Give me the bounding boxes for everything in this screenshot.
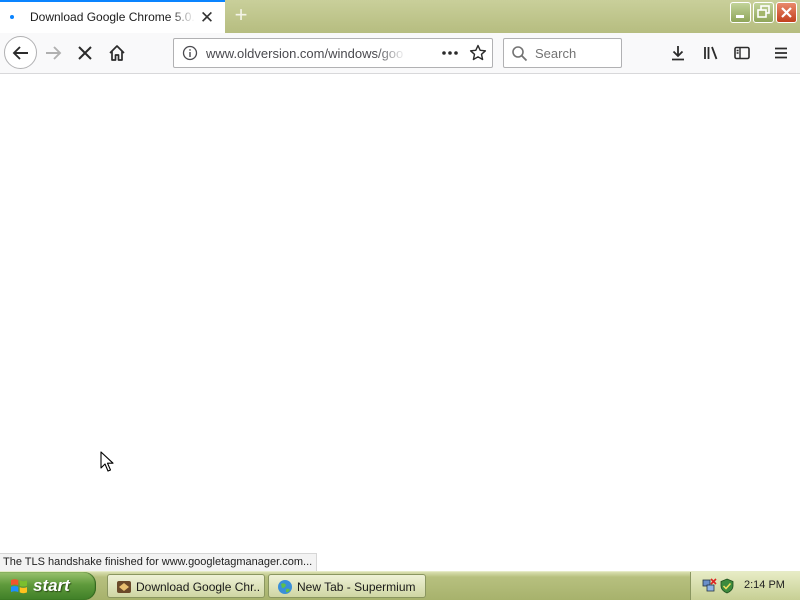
taskbar-item-download-chrome[interactable]: Download Google Chr... — [107, 574, 265, 598]
forward-button[interactable] — [41, 41, 65, 65]
forward-arrow-icon — [46, 46, 62, 60]
back-arrow-icon — [12, 45, 28, 60]
minimize-button[interactable] — [730, 2, 751, 23]
search-icon — [512, 46, 528, 62]
network-icon[interactable] — [701, 578, 717, 594]
page-actions-icon[interactable] — [440, 44, 460, 62]
stop-button[interactable] — [73, 41, 97, 65]
security-center-icon[interactable] — [719, 578, 735, 594]
tab-title: Download Google Chrome 5.0.307 — [30, 10, 195, 24]
minimize-icon — [736, 15, 744, 18]
start-button[interactable]: start — [0, 572, 96, 600]
taskbar-item-new-tab-supermium[interactable]: New Tab - Supermium — [268, 574, 426, 598]
address-bar[interactable]: www.oldversion.com/windows/goo — [173, 38, 493, 68]
bookmark-star-icon[interactable] — [469, 44, 487, 62]
taskbar-item-label: New Tab - Supermium — [297, 580, 416, 594]
start-label: start — [33, 576, 70, 595]
navigation-toolbar: www.oldversion.com/windows/goo — [0, 33, 800, 74]
page-content — [0, 74, 800, 571]
browser-icon — [117, 581, 131, 593]
sidebar-icon — [734, 46, 750, 60]
taskbar-item-label: Download Google Chr... — [136, 580, 260, 594]
home-icon — [109, 45, 125, 61]
loading-indicator-icon — [10, 15, 14, 19]
library-button[interactable] — [699, 41, 723, 65]
clock: 2:14 PM — [744, 579, 785, 591]
back-button[interactable] — [4, 36, 37, 69]
menu-button[interactable] — [769, 41, 793, 65]
status-panel: The TLS handshake finished for www.googl… — [0, 553, 318, 571]
new-tab-button[interactable]: + — [229, 3, 253, 27]
close-button[interactable] — [776, 2, 797, 23]
tab-close-icon[interactable]: ✕ — [199, 9, 215, 26]
active-tab[interactable]: Download Google Chrome 5.0.307 ✕ — [0, 0, 225, 33]
search-input[interactable] — [535, 43, 619, 63]
library-icon — [704, 46, 718, 60]
downloads-button[interactable] — [666, 41, 690, 65]
system-tray: 2:14 PM — [690, 572, 800, 600]
search-bar[interactable] — [503, 38, 622, 68]
url-text[interactable]: www.oldversion.com/windows/goo — [206, 46, 406, 62]
close-icon — [781, 7, 792, 18]
mouse-cursor-icon — [100, 451, 114, 472]
restore-button[interactable] — [753, 2, 774, 23]
sidebar-button[interactable] — [730, 41, 754, 65]
globe-icon — [278, 580, 292, 594]
info-icon[interactable] — [182, 45, 198, 61]
hamburger-menu-icon — [775, 47, 787, 59]
stop-icon — [78, 46, 92, 60]
windows-logo-icon — [11, 579, 27, 594]
taskbar: start Download Google Chr... New Tab - S… — [0, 571, 800, 600]
tab-strip: Download Google Chrome 5.0.307 ✕ + — [0, 0, 800, 33]
home-button[interactable] — [105, 41, 129, 65]
restore-icon — [757, 5, 770, 18]
download-icon — [672, 46, 684, 61]
